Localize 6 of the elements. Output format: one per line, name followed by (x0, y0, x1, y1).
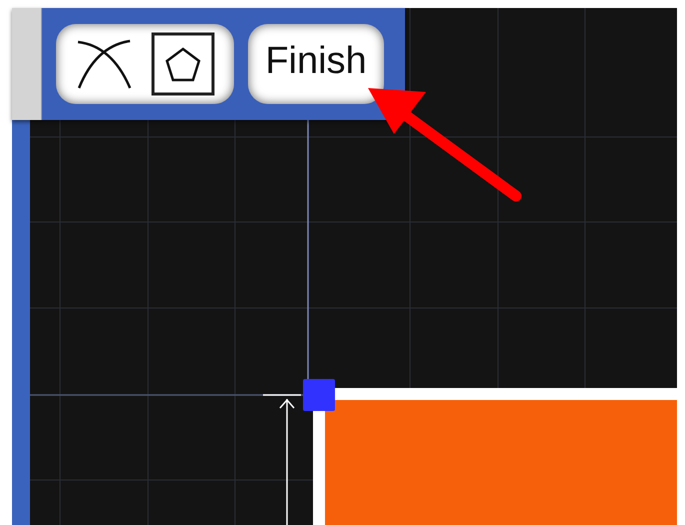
polygon-icon[interactable] (150, 32, 214, 96)
toolbar-handle[interactable] (12, 8, 42, 120)
drawing-canvas[interactable]: Finish (12, 8, 677, 525)
corner-handle[interactable] (303, 379, 335, 411)
shape-rectangle[interactable] (313, 388, 677, 525)
finish-button[interactable]: Finish (248, 24, 384, 104)
